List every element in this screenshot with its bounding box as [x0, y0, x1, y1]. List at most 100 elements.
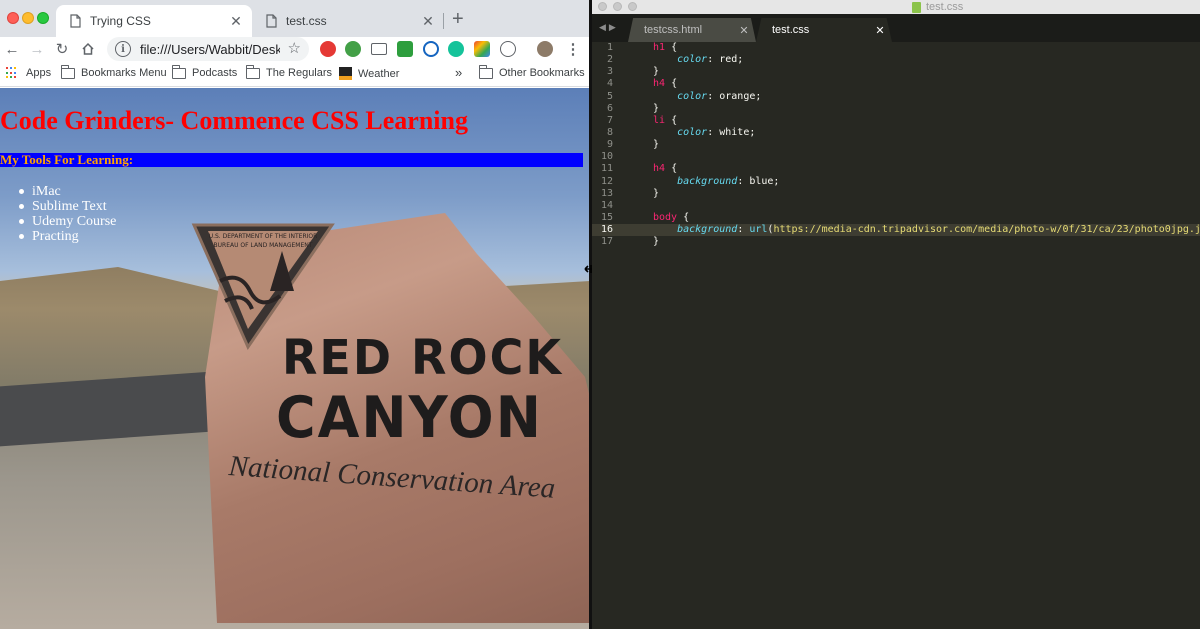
bookmark-bookmarks-menu[interactable]: Bookmarks Menu [61, 64, 167, 79]
code-token: } [653, 139, 660, 151]
menu-kebab-icon[interactable]: ⋮ [563, 39, 583, 59]
line-number: 6 [606, 102, 613, 114]
profile-avatar[interactable] [537, 41, 553, 57]
bookmark-the-regulars[interactable]: The Regulars [246, 64, 332, 79]
code-line[interactable]: 1 h1 { [592, 42, 1200, 54]
code-token: li [653, 114, 666, 126]
code-token: : blue; [737, 175, 780, 187]
code-line[interactable]: 2 color: red; [592, 54, 1200, 66]
code-token: } [653, 187, 660, 199]
code-token: { [665, 78, 678, 90]
editor-tab-test-css[interactable]: test.css ✕ [756, 18, 892, 42]
green-extension-icon[interactable] [397, 41, 413, 57]
close-tab-icon[interactable]: ✕ [226, 13, 246, 30]
zoom-window-button[interactable] [37, 12, 49, 24]
bookmark-star-icon[interactable]: ☆ [288, 39, 301, 57]
code-text: color: orange; [653, 91, 761, 103]
code-token: { [665, 163, 678, 175]
code-line[interactable]: 5 color: orange; [592, 91, 1200, 103]
line-number: 11 [600, 163, 613, 175]
bookmark-apps[interactable]: Apps [6, 67, 51, 79]
code-line[interactable]: 10 [592, 151, 1200, 163]
code-token: h4 [653, 163, 666, 175]
list-item: Sublime Text [0, 199, 116, 214]
bookmark-weather[interactable]: Weather [339, 67, 399, 80]
line-number: 10 [600, 151, 613, 163]
tab-nav-arrows-icon[interactable]: ◀▶ [599, 22, 619, 33]
folder-icon [246, 64, 260, 79]
line-number: 15 [600, 211, 613, 223]
home-icon[interactable] [78, 39, 98, 59]
close-tab-icon[interactable]: ✕ [868, 24, 892, 37]
grammarly-icon[interactable] [448, 41, 464, 57]
back-arrow-icon[interactable]: ← [2, 39, 22, 59]
sign-text-canyon: CANYON [276, 384, 543, 451]
close-window-button[interactable] [7, 12, 19, 24]
colorful-extension-icon[interactable] [474, 41, 490, 57]
bookmark-other-bookmarks[interactable]: Other Bookmarks [479, 64, 585, 79]
code-line[interactable]: 12 background: blue; [592, 176, 1200, 188]
list-item: Practing [0, 229, 116, 244]
code-text: h4 { [653, 163, 677, 175]
code-line[interactable]: 6} [592, 103, 1200, 115]
code-token: background [677, 175, 738, 187]
code-line[interactable]: 3} [592, 66, 1200, 78]
password-extension-icon[interactable] [423, 41, 439, 57]
close-window-button[interactable] [598, 2, 607, 11]
forward-arrow-icon[interactable]: → [27, 39, 47, 59]
code-line[interactable]: 7 li { [592, 115, 1200, 127]
address-bar[interactable]: i file:///Users/Wabbit/Desk... ☆ [107, 37, 309, 61]
code-line[interactable]: 17} [592, 236, 1200, 248]
zoom-window-button[interactable] [628, 2, 637, 11]
code-line[interactable]: 16 background: url(https://media-cdn.tri… [592, 224, 1200, 237]
tools-list: iMac Sublime Text Udemy Course Practing [0, 184, 116, 244]
code-line[interactable]: 9} [592, 139, 1200, 151]
reload-icon[interactable]: ↻ [52, 39, 72, 59]
folder-icon [172, 64, 186, 79]
code-line[interactable]: 4 h4 { [592, 78, 1200, 90]
apps-grid-icon [6, 67, 18, 79]
editor-tab-testcss-html[interactable]: testcss.html ✕ [628, 18, 756, 42]
cast-icon[interactable] [371, 43, 387, 55]
sign-text-red-rock: RED ROCK [282, 328, 563, 386]
code-line[interactable]: 8 color: white; [592, 127, 1200, 139]
check-extension-icon[interactable] [345, 41, 361, 57]
code-line[interactable]: 13} [592, 188, 1200, 200]
minimize-window-button[interactable] [613, 2, 622, 11]
code-line[interactable]: 11 h4 { [592, 163, 1200, 175]
code-text: background: url(https://media-cdn.tripad… [653, 224, 1200, 236]
bookmark-label: Apps [26, 67, 52, 79]
close-tab-icon[interactable]: ✕ [418, 13, 438, 30]
code-area[interactable]: 1 h1 {2 color: red; 3} 4 h4 {5 color: orange… [592, 42, 1200, 629]
bookmark-podcasts[interactable]: Podcasts [172, 64, 237, 79]
code-line[interactable]: 15 body { [592, 212, 1200, 224]
code-text: h1 { [653, 42, 677, 54]
browser-tab-trying-css[interactable]: Trying CSS ✕ [56, 5, 252, 37]
code-token: url [749, 224, 768, 236]
page-icon [264, 14, 278, 28]
code-text: } [653, 103, 659, 115]
folder-icon [61, 64, 75, 79]
page-viewport: U.S. DEPARTMENT OF THE INTERIOR BUREAU O… [0, 88, 590, 629]
code-token: : [737, 224, 750, 236]
code-text: li { [653, 115, 677, 127]
bookmark-label: Weather [358, 67, 400, 80]
list-item: Udemy Course [0, 214, 116, 229]
line-number: 1 [606, 42, 613, 53]
page-heading-h4: My Tools For Learning: [0, 153, 583, 167]
browser-tab-test-css[interactable]: test.css ✕ [252, 5, 444, 37]
editor-tab-bar: ◀▶ testcss.html ✕ test.css ✕ [592, 14, 1200, 42]
code-line[interactable]: 14 [592, 200, 1200, 212]
line-number: 5 [606, 90, 613, 102]
minimize-window-button[interactable] [22, 12, 34, 24]
close-tab-icon[interactable]: ✕ [732, 24, 756, 37]
info-extension-icon[interactable] [500, 41, 516, 57]
bookmarks-overflow-chevron-icon[interactable]: » [455, 65, 462, 80]
browser-tab-strip: Trying CSS ✕ test.css ✕ + [0, 0, 590, 37]
adblock-extension-icon[interactable] [320, 41, 336, 57]
site-info-icon[interactable]: i [115, 41, 131, 57]
new-tab-button[interactable]: + [452, 9, 464, 29]
code-token: h1 [653, 42, 666, 53]
